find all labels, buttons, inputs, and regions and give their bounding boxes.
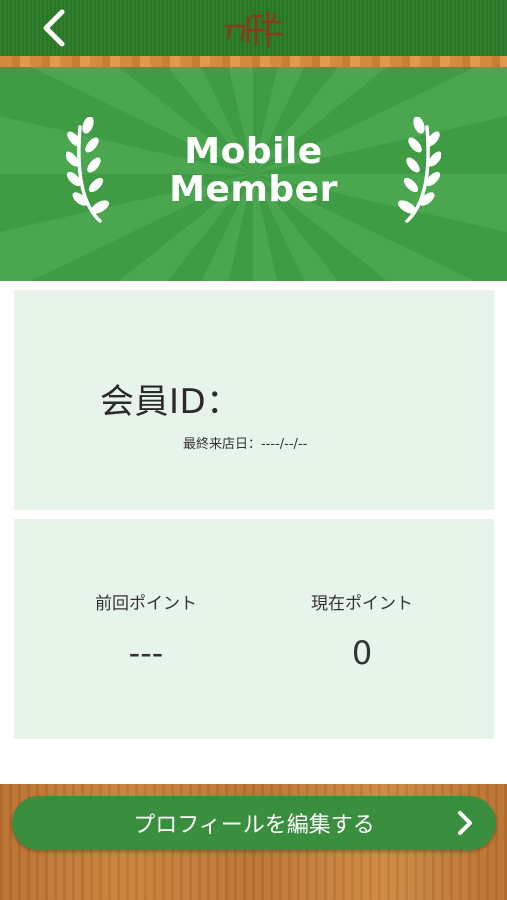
chevron-left-icon (43, 9, 65, 47)
last-visit-date: 最終来店日：----/--/-- (183, 437, 308, 452)
back-button[interactable] (34, 6, 74, 50)
banner-title: Mobile Member (0, 133, 507, 209)
app-header (0, 0, 507, 56)
member-id-label: 会員ID： (100, 382, 241, 422)
edit-profile-button[interactable]: プロフィールを編集する (12, 796, 496, 850)
chevron-right-icon (458, 811, 472, 835)
header-wood-strip (0, 56, 507, 67)
previous-points-value: --- (128, 634, 164, 672)
member-id-card: 会員ID： 最終来店日：----/--/-- (14, 290, 494, 510)
member-content: 会員ID： 最終来店日：----/--/-- 前回ポイント --- 現在ポイント… (0, 281, 507, 784)
current-points-label: 現在ポイント (311, 594, 413, 614)
mobile-member-banner: Mobile Member (0, 67, 507, 281)
store-logo-icon (222, 6, 286, 50)
previous-points-label: 前回ポイント (95, 594, 197, 614)
points-card: 前回ポイント --- 現在ポイント 0 (14, 519, 494, 739)
banner-title-line2: Member (169, 169, 338, 210)
banner-title-line1: Mobile (184, 131, 323, 172)
edit-profile-label: プロフィールを編集する (133, 813, 375, 838)
current-points: 現在ポイント 0 (242, 589, 482, 672)
current-points-value: 0 (351, 634, 373, 672)
previous-points: 前回ポイント --- (26, 589, 266, 672)
